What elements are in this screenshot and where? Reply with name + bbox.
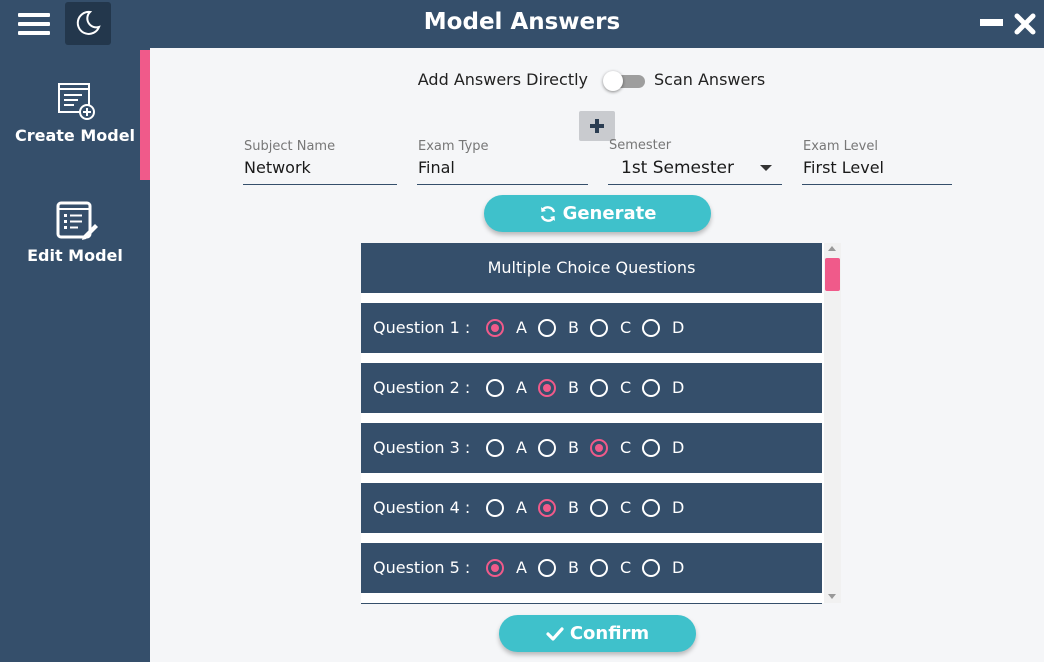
question-label: Question 2 : (373, 378, 471, 397)
scrollbar-thumb[interactable] (825, 258, 840, 291)
question-label: Question 3 : (373, 438, 471, 457)
option-label: A (516, 378, 527, 397)
sidebar-item-create-model[interactable]: Create Model (0, 82, 150, 182)
scroll-down-arrow-icon[interactable] (828, 594, 836, 599)
questions-header: Multiple Choice Questions (361, 243, 822, 293)
radio-button[interactable] (642, 499, 660, 517)
main-content: Add Answers Directly Scan Answers Subjec… (150, 48, 1044, 662)
window-title: Model Answers (423, 9, 621, 35)
option-label: C (620, 318, 632, 337)
question-label: Question 4 : (373, 498, 471, 517)
radio-button[interactable] (590, 439, 608, 457)
hamburger-menu-icon[interactable] (18, 12, 50, 36)
refresh-icon (540, 205, 555, 222)
create-document-icon (58, 83, 95, 120)
field-value: Final (418, 158, 455, 177)
confirm-button[interactable]: Confirm (499, 615, 696, 652)
option-label: A (516, 318, 527, 337)
radio-button[interactable] (486, 559, 504, 577)
option-label: D (672, 318, 685, 337)
option-label: C (620, 558, 632, 577)
checkmark-icon (546, 626, 564, 641)
panel-bottom-border (361, 603, 822, 604)
radio-button[interactable] (590, 559, 608, 577)
mode-toggle-switch[interactable] (603, 71, 645, 91)
scan-answers-label: Scan Answers (654, 70, 766, 89)
question-row: Question 2 : A B C D (361, 363, 822, 413)
field-value: Network (244, 158, 311, 177)
radio-button[interactable] (642, 559, 660, 577)
option-label: A (516, 498, 527, 517)
minimize-icon[interactable] (980, 19, 1003, 26)
field-label: Subject Name (244, 139, 336, 154)
option-label: A (516, 558, 527, 577)
close-icon[interactable] (1014, 13, 1036, 35)
radio-button[interactable] (538, 319, 556, 337)
question-row: Question 5 : A B C D (361, 543, 822, 593)
option-label: B (568, 378, 579, 397)
radio-button[interactable] (538, 439, 556, 457)
radio-button[interactable] (590, 379, 608, 397)
option-label: D (672, 558, 685, 577)
exam-level-field[interactable]: Exam Level First Level (802, 139, 952, 185)
semester-select[interactable]: Semester 1st Semester (608, 138, 782, 185)
option-label: D (672, 498, 685, 517)
question-label: Question 5 : (373, 558, 471, 577)
radio-button[interactable] (642, 319, 660, 337)
generate-button[interactable]: Generate (484, 195, 711, 232)
toggle-knob (603, 71, 623, 91)
field-label: Semester (609, 138, 672, 153)
add-field-button[interactable] (579, 111, 615, 141)
mode-toggle-row: Add Answers Directly Scan Answers (150, 70, 1044, 92)
option-label: B (568, 498, 579, 517)
radio-button[interactable] (642, 379, 660, 397)
generate-label: Generate (562, 203, 657, 224)
field-label: Exam Type (418, 139, 489, 154)
sidebar-item-label: Edit Model (27, 246, 123, 265)
questions-panel: Multiple Choice Questions Question 1 : A B… (361, 243, 841, 604)
radio-button[interactable] (538, 559, 556, 577)
radio-button[interactable] (538, 379, 556, 397)
sidebar-item-edit-model[interactable]: Edit Model (0, 200, 150, 300)
field-value: 1st Semester (621, 158, 734, 178)
option-label: B (568, 438, 579, 457)
questions-scrollbar[interactable] (824, 243, 841, 603)
field-value: First Level (803, 158, 884, 177)
question-label: Question 1 : (373, 318, 471, 337)
theme-toggle-button[interactable] (65, 2, 111, 45)
option-label: C (620, 378, 632, 397)
question-row: Question 4 : A B C D (361, 483, 822, 533)
title-bar: Model Answers (0, 0, 1044, 48)
dropdown-caret-icon (760, 165, 772, 171)
option-label: B (568, 558, 579, 577)
option-label: B (568, 318, 579, 337)
add-directly-label: Add Answers Directly (417, 70, 588, 89)
field-label: Exam Level (803, 139, 878, 154)
sidebar: Create Model Edit Model (0, 48, 150, 662)
radio-button[interactable] (590, 319, 608, 337)
exam-type-field[interactable]: Exam Type Final (417, 139, 588, 185)
radio-button[interactable] (642, 439, 660, 457)
question-row: Question 3 : A B C D (361, 423, 822, 473)
edit-document-icon (56, 201, 98, 240)
scroll-up-arrow-icon[interactable] (828, 246, 836, 251)
moon-icon (76, 10, 101, 35)
option-label: A (516, 438, 527, 457)
confirm-label: Confirm (569, 623, 650, 644)
radio-button[interactable] (538, 499, 556, 517)
option-label: C (620, 498, 632, 517)
radio-button[interactable] (486, 439, 504, 457)
sidebar-item-label: Create Model (14, 126, 136, 145)
subject-name-field[interactable]: Subject Name Network (243, 139, 397, 185)
question-row: Question 1 : A B C D (361, 303, 822, 353)
option-label: C (620, 438, 632, 457)
option-label: D (672, 438, 685, 457)
radio-button[interactable] (486, 319, 504, 337)
radio-button[interactable] (486, 379, 504, 397)
option-label: D (672, 378, 685, 397)
radio-button[interactable] (486, 499, 504, 517)
radio-button[interactable] (590, 499, 608, 517)
